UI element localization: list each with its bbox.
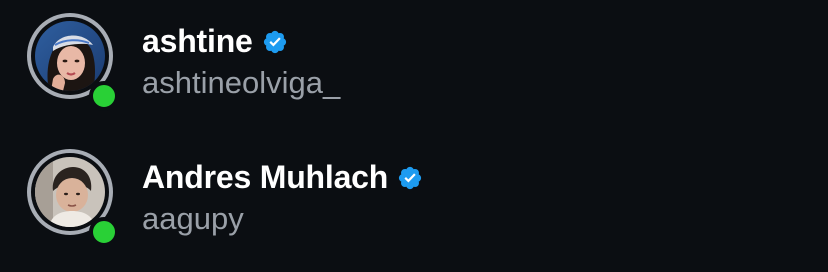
display-name[interactable]: ashtine	[142, 23, 253, 60]
avatar[interactable]	[27, 13, 119, 111]
username[interactable]: ashtineolviga_	[142, 65, 340, 101]
online-status-icon	[89, 217, 119, 247]
avatar-photo	[35, 21, 105, 91]
verified-badge-icon	[262, 29, 288, 55]
display-name[interactable]: Andres Muhlach	[142, 159, 388, 196]
avatar-photo	[35, 157, 105, 227]
username[interactable]: aagupy	[142, 201, 244, 237]
online-status-icon	[89, 81, 119, 111]
user-list: ashtine ashtineolviga_ Andres Muhlach aa…	[0, 0, 828, 272]
avatar[interactable]	[27, 149, 119, 247]
verified-badge-icon	[397, 165, 423, 191]
user-row-andres-muhlach[interactable]: Andres Muhlach aagupy	[0, 143, 828, 272]
user-row-ashtine[interactable]: ashtine ashtineolviga_	[0, 7, 828, 137]
